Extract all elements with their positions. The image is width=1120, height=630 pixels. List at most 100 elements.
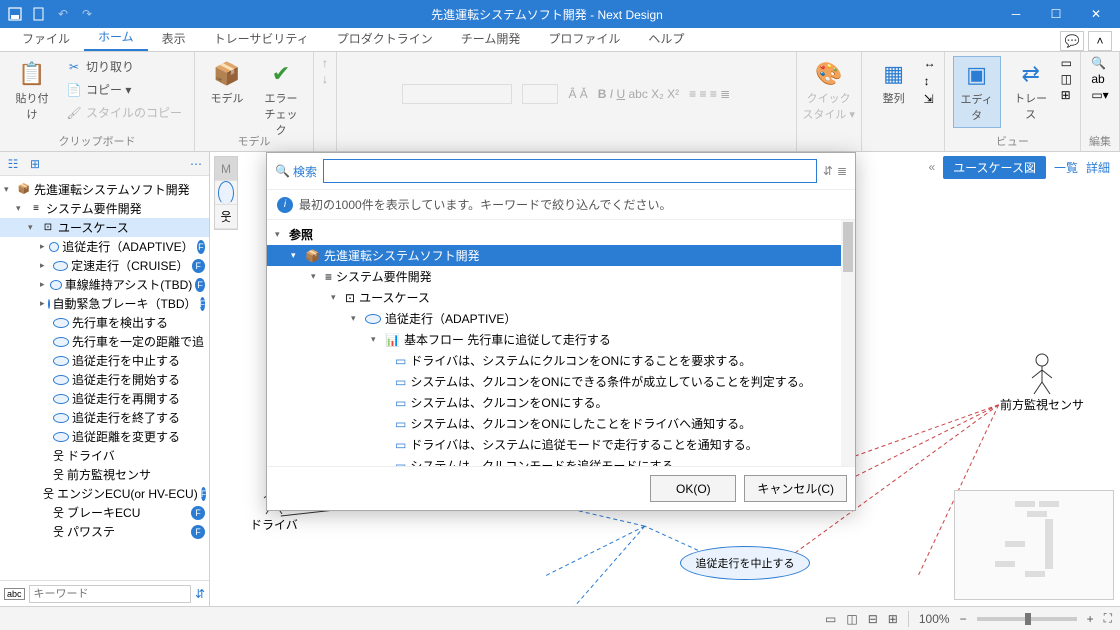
prev-view-button[interactable]: « <box>928 160 935 174</box>
copy-button[interactable]: 📄コピー ▾ <box>62 79 186 100</box>
usecase-tool[interactable] <box>215 181 237 205</box>
tab-file[interactable]: ファイル <box>8 26 84 51</box>
tab-view[interactable]: 表示 <box>148 26 200 51</box>
result-scrollbar[interactable] <box>841 220 855 466</box>
group-label: モデル <box>203 133 305 149</box>
tree-actor[interactable]: 웃ドライバ <box>0 446 209 465</box>
paste-button[interactable]: 📋貼り付け <box>8 56 56 126</box>
fit-icon[interactable]: ⛶ <box>1104 611 1112 626</box>
format-painter-button[interactable]: 🖌スタイルのコピー <box>62 102 186 123</box>
tree-item[interactable]: 先行車を検出する <box>0 313 209 332</box>
close-button[interactable]: ✕ <box>1076 0 1116 28</box>
undo-icon[interactable]: ↶ <box>52 3 74 25</box>
usecase-stop[interactable]: 追従走行を中止する <box>680 546 810 580</box>
redo-icon[interactable]: ↷ <box>76 3 98 25</box>
tree-item[interactable]: 追従走行を開始する <box>0 370 209 389</box>
zoom-out-button[interactable]: − <box>960 612 967 626</box>
marker-tool[interactable]: M <box>215 157 237 181</box>
result-tree[interactable]: ▾参照 ▾📦先進運転システムソフト開発 ▾≡システム要件開発 ▾⊡ユースケース … <box>267 220 855 466</box>
window-title: 先進運転システムソフト開発 - Next Design <box>98 6 996 23</box>
collapse-ribbon-icon[interactable]: ˄ <box>1088 31 1112 51</box>
layout-icon-1[interactable]: ▭ <box>825 612 836 626</box>
step-row[interactable]: ▭システムは、クルコンをONにする。 <box>267 392 855 413</box>
find-icon[interactable]: 🔍 <box>1091 56 1108 70</box>
notifications-icon[interactable]: 💬 <box>1060 31 1084 51</box>
tool-palette: M 웃 <box>214 156 238 230</box>
minimize-button[interactable]: ─ <box>996 0 1036 28</box>
new-icon[interactable] <box>28 3 50 25</box>
tree-item[interactable]: ▸自動緊急ブレーキ（TBD）F <box>0 294 209 313</box>
dialog-search-input[interactable] <box>323 159 817 183</box>
tab-traceability[interactable]: トレーサビリティ <box>200 26 323 51</box>
tree-actor[interactable]: 웃ブレーキECUF <box>0 503 209 522</box>
model-tree[interactable]: ▾📦先進運転システムソフト開発 ▾≡システム要件開発 ▾⊡ユースケース ▸追従走… <box>0 176 209 580</box>
tree-item[interactable]: 先行車を一定の距離で追 <box>0 332 209 351</box>
sidebar: ☷ ⊞ ⋯ ▾📦先進運転システムソフト開発 ▾≡システム要件開発 ▾⊡ユースケー… <box>0 152 210 606</box>
tab-profile[interactable]: プロファイル <box>534 26 634 51</box>
tree-item[interactable]: ▸追従走行（ADAPTIVE）F <box>0 237 209 256</box>
errorcheck-button[interactable]: ✔エラーチェック <box>257 56 305 142</box>
select-icon[interactable]: ▭▾ <box>1091 88 1108 102</box>
font-box[interactable] <box>402 84 512 104</box>
tree-item[interactable]: 追従走行を終了する <box>0 408 209 427</box>
tree-item[interactable]: ▸定速走行（CRUISE）F <box>0 256 209 275</box>
model-button[interactable]: 📦モデル <box>203 56 251 110</box>
step-row[interactable]: ▭システムは、クルコンをONにできる条件が成立していることを判定する。 <box>267 371 855 392</box>
zoom-in-button[interactable]: + <box>1087 612 1094 626</box>
ok-button[interactable]: OK(O) <box>650 475 736 502</box>
layout-icon-3[interactable]: ⊟ <box>868 612 878 626</box>
list-link[interactable]: 一覧 <box>1054 159 1078 176</box>
layout-icon-4[interactable]: ⊞ <box>888 612 898 626</box>
tab-productline[interactable]: プロダクトライン <box>323 26 447 51</box>
actor-front-sensor[interactable]: 前方監視センサ <box>1000 352 1084 413</box>
view-selector-button[interactable]: ユースケース図 <box>943 156 1046 179</box>
trace-button[interactable]: ⇄トレース <box>1007 56 1055 126</box>
tree-item[interactable]: ▸車線維持アシスト(TBD)F <box>0 275 209 294</box>
layout-icon-2[interactable]: ◫ <box>846 612 857 626</box>
minimap[interactable] <box>954 490 1114 600</box>
tree-item[interactable]: 追従距離を変更する <box>0 427 209 446</box>
tab-home[interactable]: ホーム <box>84 24 148 51</box>
step-row[interactable]: ▭システムは、クルコンモードを追従モードにする。 <box>267 455 855 466</box>
statusbar: ▭ ◫ ⊟ ⊞ 100% − + ⛶ <box>0 606 1120 630</box>
down-icon[interactable]: ↓ <box>322 72 328 86</box>
group-label: クリップボード <box>8 133 186 149</box>
up-icon[interactable]: ↑ <box>322 56 328 70</box>
tree-actor[interactable]: 웃前方監視センサ <box>0 465 209 484</box>
titlebar: ↶ ↷ 先進運転システムソフト開発 - Next Design ─ ☐ ✕ <box>0 0 1120 28</box>
info-text: 最初の1000件を表示しています。キーワードで絞り込んでください。 <box>299 196 672 213</box>
step-row[interactable]: ▭ドライバは、システムに追従モードで走行することを通知する。 <box>267 434 855 455</box>
actor-tool[interactable]: 웃 <box>215 205 237 229</box>
list-mode-icon[interactable]: ≣ <box>837 164 847 178</box>
zoom-label: 100% <box>919 612 950 626</box>
zoom-slider[interactable] <box>977 617 1077 621</box>
tree-icon[interactable]: ☷ <box>4 155 22 173</box>
cut-button[interactable]: ✂切り取り <box>62 56 186 77</box>
search-dialog: 🔍 検索 ⇵≣ i 最初の1000件を表示しています。キーワードで絞り込んでくだ… <box>266 152 856 511</box>
tree-actor[interactable]: 웃エンジンECU(or HV-ECU)F <box>0 484 209 503</box>
quickstyle-button[interactable]: 🎨クイック スタイル ▾ <box>805 56 853 126</box>
step-row[interactable]: ▭システムは、クルコンをONにしたことをドライバへ通知する。 <box>267 413 855 434</box>
filter-icon[interactable]: ⇵ <box>195 587 205 601</box>
save-icon[interactable] <box>4 3 26 25</box>
detail-link[interactable]: 詳細 <box>1086 159 1110 176</box>
kw-icon: abc <box>4 588 25 600</box>
maximize-button[interactable]: ☐ <box>1036 0 1076 28</box>
more-icon[interactable]: ⋯ <box>187 155 205 173</box>
editor-button[interactable]: ▣エディタ <box>953 56 1001 128</box>
tree-item[interactable]: 追従走行を再開する <box>0 389 209 408</box>
tab-help[interactable]: ヘルプ <box>634 26 698 51</box>
step-row[interactable]: ▭ドライバは、システムにクルコンをONにすることを要求する。 <box>267 350 855 371</box>
font-size-box[interactable] <box>522 84 558 104</box>
tab-team[interactable]: チーム開発 <box>447 26 535 51</box>
group-label: ビュー <box>953 133 1072 149</box>
replace-icon[interactable]: ab <box>1091 72 1108 86</box>
tree-actor[interactable]: 웃パワステF <box>0 522 209 541</box>
tree-item[interactable]: 追従走行を中止する <box>0 351 209 370</box>
info-icon: i <box>277 197 293 213</box>
expand-icon[interactable]: ⊞ <box>26 155 44 173</box>
cancel-button[interactable]: キャンセル(C) <box>744 475 847 502</box>
tree-mode-icon[interactable]: ⇵ <box>823 164 833 178</box>
align-button[interactable]: ▦整列 <box>870 56 918 110</box>
sidebar-search-input[interactable] <box>29 585 191 603</box>
